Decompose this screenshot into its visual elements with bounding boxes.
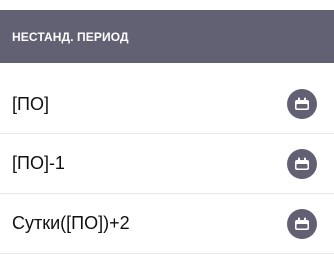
panel-header: НЕСТАНД. ПЕРИОД [0,10,334,63]
list-item[interactable]: [ПО] [0,74,334,134]
calendar-button[interactable] [287,88,317,119]
calendar-icon [295,157,309,170]
period-label: Сутки([ПО])+2 [12,213,130,233]
list-item[interactable]: Сутки([ПО])+2 [0,194,334,254]
period-label: [ПО] [12,94,49,114]
panel-title: НЕСТАНД. ПЕРИОД [12,29,129,44]
calendar-icon [295,97,309,110]
calendar-icon [295,217,309,230]
calendar-button[interactable] [287,208,317,239]
list-item[interactable]: [ПО]-1 [0,134,334,194]
custom-period-panel: НЕСТАНД. ПЕРИОД [ПО] [ПО]-1 Сутки([ПО])+… [0,0,334,273]
period-label: [ПО]-1 [12,153,65,173]
calendar-button[interactable] [287,148,317,179]
